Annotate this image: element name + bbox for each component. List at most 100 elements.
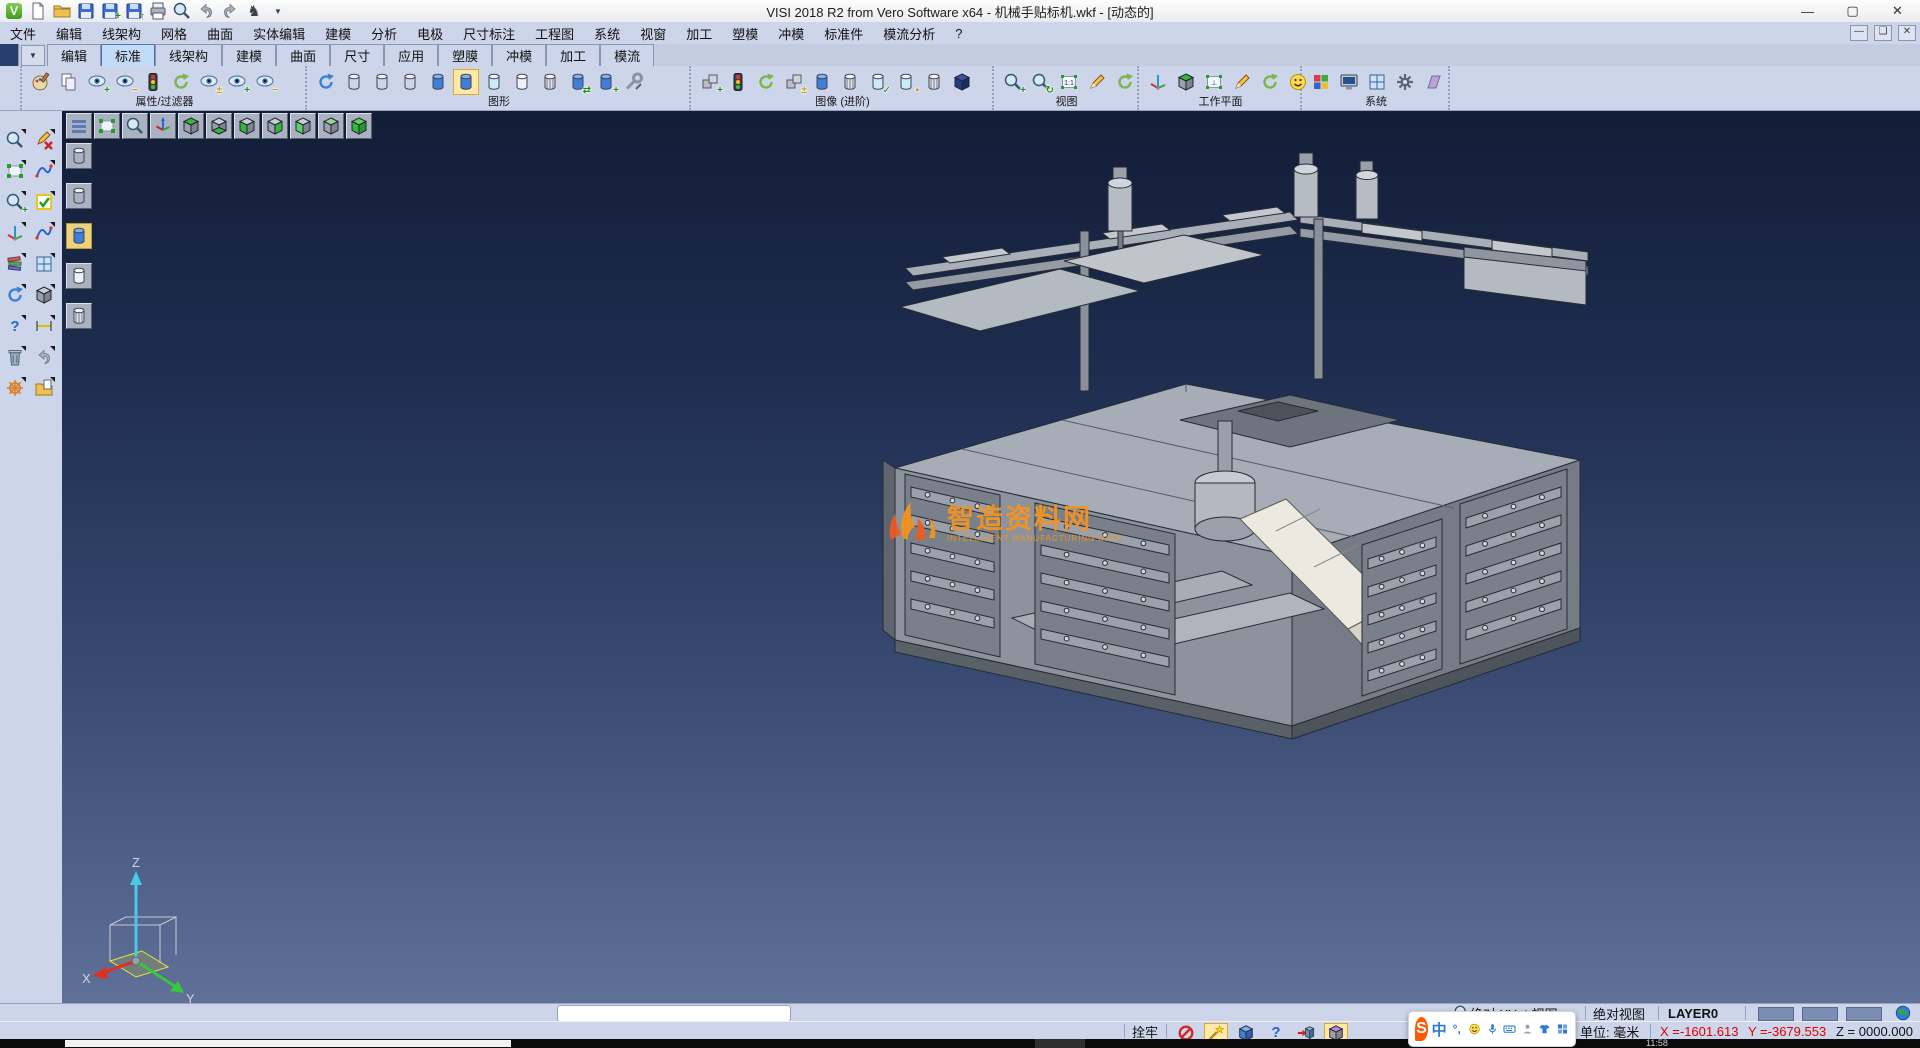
layer-color-swatch-1[interactable] — [1758, 1007, 1794, 1021]
tab-moldflow[interactable]: 模流 — [600, 44, 654, 66]
ime-chinese-icon[interactable]: 中 — [1432, 1018, 1447, 1040]
menu-dimension[interactable]: 尺寸标注 — [453, 22, 525, 45]
menu-drawing[interactable]: 工程图 — [525, 22, 584, 45]
move-axes-icon[interactable] — [2, 220, 28, 246]
adv-refresh-icon[interactable] — [753, 69, 779, 95]
confirm-check-icon[interactable] — [31, 189, 57, 215]
menu-modeling[interactable]: 建模 — [315, 22, 361, 45]
ime-voice-icon[interactable] — [1485, 1018, 1500, 1040]
hide-all-icon[interactable]: − — [252, 69, 278, 95]
wireframe-mode-icon[interactable] — [341, 69, 367, 95]
menu-standard-parts[interactable]: 标准件 — [814, 22, 873, 45]
mdi-restore-button[interactable]: ❑ — [1874, 25, 1892, 41]
save-as-icon[interactable]: + — [99, 1, 121, 21]
menu-molding[interactable]: 塑模 — [722, 22, 768, 45]
undo-gray-icon[interactable] — [31, 344, 57, 370]
copy-display-icon[interactable]: + — [593, 69, 619, 95]
adv-capture-icon[interactable]: ▪ — [893, 69, 919, 95]
shaded-mode-icon[interactable] — [425, 69, 451, 95]
workplane-align-icon[interactable]: ⊥ — [1201, 69, 1227, 95]
save-icon[interactable] — [75, 1, 97, 21]
menu-electrode[interactable]: 电极 — [407, 22, 453, 45]
attribute-paint-icon[interactable] — [28, 69, 54, 95]
hide-entities-icon[interactable]: − — [112, 69, 138, 95]
menu-edit[interactable]: 编辑 — [46, 22, 92, 45]
tab-standard[interactable]: 标准 — [101, 44, 155, 66]
open-file-icon[interactable] — [51, 1, 73, 21]
menu-moldflow[interactable]: 模流分析 — [873, 22, 945, 45]
swap-display-icon[interactable]: ⇄ — [565, 69, 591, 95]
filter-traffic-icon[interactable] — [140, 69, 166, 95]
plugin-icon[interactable]: ♞ — [243, 1, 265, 21]
command-prompt-box[interactable] — [557, 1005, 791, 1022]
adv-add-shading-icon[interactable]: + — [697, 69, 723, 95]
zoom-dynamic-icon[interactable]: ↻ — [1028, 69, 1054, 95]
print-preview-icon[interactable] — [171, 1, 193, 21]
menu-solid-edit[interactable]: 实体编辑 — [243, 22, 315, 45]
panes-window-icon[interactable] — [31, 251, 57, 277]
curve-pencil-icon[interactable] — [31, 220, 57, 246]
dashed-hidden-mode-icon[interactable] — [397, 69, 423, 95]
system-display-icon[interactable] — [1336, 69, 1362, 95]
tab-dropdown-icon[interactable]: ▼ — [21, 45, 45, 66]
menu-surface[interactable]: 曲面 — [197, 22, 243, 45]
ime-account-icon[interactable] — [1520, 1018, 1535, 1040]
redo-icon[interactable] — [219, 1, 241, 21]
adv-verify-icon[interactable]: ✓ — [865, 69, 891, 95]
menu-die[interactable]: 冲模 — [768, 22, 814, 45]
copy-attributes-icon[interactable] — [56, 69, 82, 95]
delete-trash-icon[interactable] — [2, 344, 28, 370]
workplane-axes-icon[interactable] — [1145, 69, 1171, 95]
snap-disable-icon[interactable] — [1174, 1023, 1198, 1040]
navigate-helm-icon[interactable] — [2, 375, 28, 401]
zoom-in-icon[interactable]: + — [1000, 69, 1026, 95]
show-entities-icon[interactable]: + — [84, 69, 110, 95]
mdi-minimize-button[interactable]: — — [1850, 25, 1868, 41]
view-sketch-icon[interactable] — [1084, 69, 1110, 95]
system-window-icon[interactable] — [1364, 69, 1390, 95]
sketch-erase-icon[interactable] — [31, 127, 57, 153]
minimize-button[interactable]: — — [1785, 0, 1830, 22]
tab-surface[interactable]: 曲面 — [276, 44, 330, 66]
adv-solid-icon[interactable] — [949, 69, 975, 95]
menu-machining[interactable]: 加工 — [676, 22, 722, 45]
menu-file[interactable]: 文件 — [0, 22, 46, 45]
adv-traffic-icon[interactable] — [725, 69, 751, 95]
adv-shaded-icon[interactable] — [809, 69, 835, 95]
menu-help[interactable]: ? — [945, 24, 972, 43]
lock-toggle[interactable]: 拴牢 — [1132, 1022, 1158, 1040]
view-refresh-icon[interactable] — [1112, 69, 1138, 95]
display-settings-icon[interactable] — [621, 69, 647, 95]
menu-window[interactable]: 视窗 — [630, 22, 676, 45]
tab-wireframe[interactable]: 线架构 — [155, 44, 222, 66]
tab-machining[interactable]: 加工 — [546, 44, 600, 66]
ime-keyboard-icon[interactable] — [1502, 1018, 1517, 1040]
zoom-1to1-icon[interactable]: 1:1 — [1056, 69, 1082, 95]
system-settings-icon[interactable] — [1392, 69, 1418, 95]
ucs-display-icon[interactable] — [1324, 1023, 1348, 1040]
menu-wireframe[interactable]: 线架构 — [92, 22, 151, 45]
system-view-icon[interactable] — [1420, 69, 1446, 95]
sogou-logo-icon[interactable]: S — [1414, 1018, 1429, 1040]
print-icon[interactable] — [147, 1, 169, 21]
layer-color-swatch-3[interactable] — [1846, 1007, 1882, 1021]
select-search-icon[interactable] — [2, 127, 28, 153]
layer-status[interactable]: LAYER0 — [1668, 1004, 1718, 1022]
tab-dimension[interactable]: 尺寸 — [330, 44, 384, 66]
tab-modeling[interactable]: 建模 — [222, 44, 276, 66]
context-help-icon[interactable]: ? — [1264, 1023, 1288, 1040]
workplane-refresh-icon[interactable] — [1257, 69, 1283, 95]
ime-skin-icon[interactable] — [1537, 1018, 1552, 1040]
close-button[interactable]: ✕ — [1875, 0, 1920, 22]
tab-plastic[interactable]: 塑膜 — [438, 44, 492, 66]
menu-analysis[interactable]: 分析 — [361, 22, 407, 45]
hiddenline-mode-icon[interactable] — [369, 69, 395, 95]
adv-toggle-icon[interactable]: ± — [781, 69, 807, 95]
selection-box-icon[interactable] — [2, 158, 28, 184]
adv-wire-icon[interactable] — [921, 69, 947, 95]
layer-color-swatch-2[interactable] — [1802, 1007, 1838, 1021]
ime-toolbox-icon[interactable] — [1555, 1018, 1570, 1040]
shade-toggle-icon[interactable] — [1234, 1023, 1258, 1040]
help-question-icon[interactable]: ? — [2, 313, 28, 339]
menu-system[interactable]: 系统 — [584, 22, 630, 45]
